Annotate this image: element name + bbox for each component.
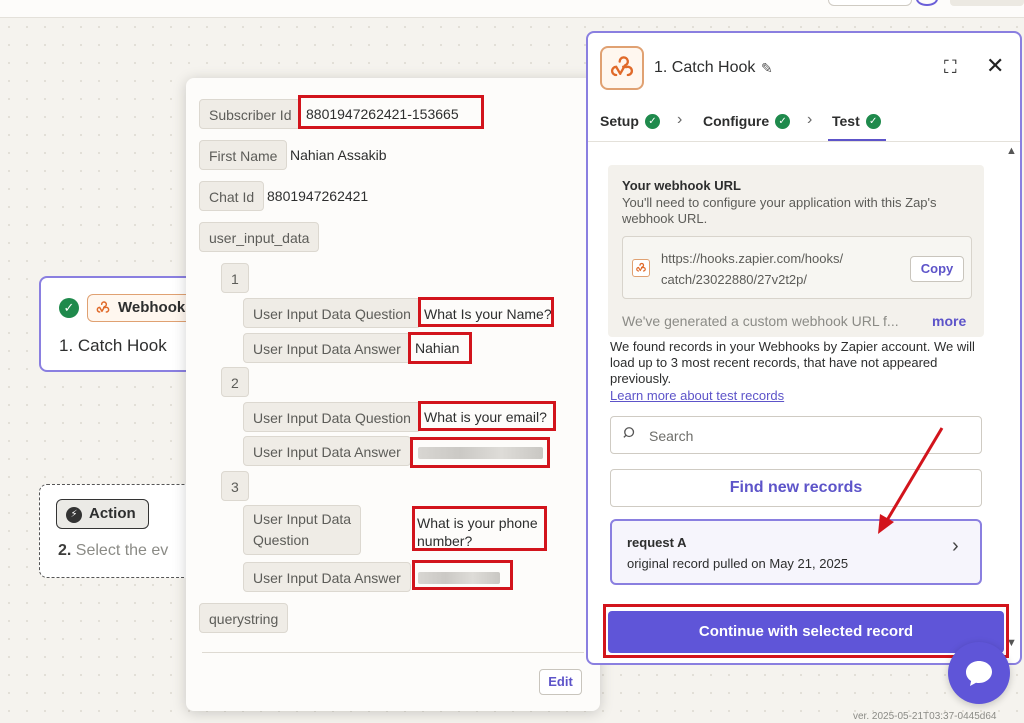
tabs-divider (588, 141, 1020, 142)
item-index-3: 3 (221, 471, 249, 501)
record-data-popover: Subscriber Id 8801947262421-153665 First… (186, 78, 600, 711)
field-label-subscriber-id: Subscriber Id (199, 99, 302, 129)
found-records-text: We found records in your Webhooks by Zap… (610, 339, 975, 386)
webhook-icon (632, 259, 650, 277)
search-icon (623, 427, 635, 438)
chat-icon (966, 661, 992, 686)
field-label-answer-1: User Input Data Answer (243, 333, 411, 363)
more-link[interactable]: more (932, 313, 966, 329)
expand-icon[interactable]: ⛶ (944, 57, 957, 78)
field-label-question-3-line2: Question (253, 532, 310, 548)
trigger-node[interactable]: ✓ Webhooks 1. Catch Hook (39, 276, 217, 372)
webhook-url-card: Your webhook URL You'll need to configur… (608, 165, 984, 337)
item-index-2: 2 (221, 367, 249, 397)
tab-setup[interactable]: Setup ✓ (600, 113, 660, 129)
close-icon[interactable]: ✕ (986, 53, 1004, 79)
webhook-heading: Your webhook URL (622, 178, 741, 193)
webhook-icon (96, 301, 110, 313)
check-icon: ✓ (775, 113, 791, 129)
action-icon: ⚡ (66, 507, 82, 523)
field-label-first-name: First Name (199, 140, 288, 170)
field-label-answer-2: User Input Data Answer (243, 436, 411, 466)
copy-button[interactable]: Copy (910, 256, 964, 282)
field-label-question-1: User Input Data Question (243, 298, 421, 328)
toolbar-button[interactable] (828, 0, 912, 6)
action-node[interactable]: ⚡ Action 2. Select the ev (39, 484, 209, 578)
field-value-first-name: Nahian Assakib (290, 147, 387, 163)
chevron-right-icon: › (807, 111, 813, 128)
field-value-chat-id: 8801947262421 (267, 188, 369, 204)
highlight-box (412, 506, 547, 551)
highlight-box (418, 297, 554, 327)
tab-test[interactable]: Test ✓ (832, 113, 881, 129)
tab-configure[interactable]: Configure ✓ (703, 113, 791, 129)
chevron-right-icon: › (677, 111, 683, 128)
action-chip-label: Action (89, 505, 136, 522)
field-label-question-3-line1: User Input Data (253, 511, 352, 527)
learn-more-link[interactable]: Learn more about test records (610, 388, 784, 403)
record-subtitle: original record pulled on May 21, 2025 (627, 556, 849, 571)
scrollbar[interactable] (1009, 161, 1014, 631)
version-text: ver. 2025-05-21T03:37-0445d64 (853, 711, 997, 722)
action-step-text: Select the ev (75, 542, 169, 559)
generated-text: We've generated a custom webhook URL f..… (622, 313, 899, 329)
scroll-up-icon[interactable]: ▲ (1006, 145, 1017, 157)
webhook-url-line2: catch/23022880/27v2t2p/ (661, 272, 808, 287)
webhook-url: https://hooks.zapier.com/hooks/ catch/23… (661, 248, 886, 290)
webhook-description: You'll need to configure your applicatio… (622, 195, 937, 226)
chevron-right-icon: › (952, 535, 959, 557)
popover-divider (202, 652, 584, 653)
action-step-number: 2. (58, 542, 72, 559)
field-label-user-input-data: user_input_data (199, 222, 320, 252)
trigger-node-title: 1. Catch Hook (59, 336, 167, 355)
field-label-chat-id: Chat Id (199, 181, 265, 211)
edit-button[interactable]: Edit (539, 669, 582, 695)
field-label-querystring: querystring (199, 603, 289, 633)
top-toolbar (0, 0, 1024, 18)
check-icon: ✓ (865, 113, 881, 129)
tab-configure-label: Configure (703, 113, 770, 129)
pencil-icon[interactable]: ✎ (761, 60, 773, 77)
action-node-subtitle: 2. Select the ev (58, 542, 168, 560)
tab-setup-label: Setup (600, 113, 639, 129)
publish-button[interactable] (950, 0, 1024, 6)
field-label-question-2: User Input Data Question (243, 402, 421, 432)
field-label-question-3: User Input Data Question (243, 505, 362, 555)
webhook-url-line1: https://hooks.zapier.com/hooks/ (661, 251, 844, 266)
webhook-icon (600, 46, 644, 90)
continue-button[interactable]: Continue with selected record (608, 611, 1004, 653)
help-icon[interactable] (916, 0, 938, 6)
action-chip: ⚡ Action (56, 499, 149, 529)
panel-title: 1. Catch Hook (654, 59, 756, 76)
highlight-box (408, 332, 472, 364)
check-icon: ✓ (59, 298, 79, 318)
field-label-answer-3: User Input Data Answer (243, 562, 411, 592)
highlight-box (412, 560, 513, 590)
search-placeholder: Search (649, 428, 694, 444)
highlight-box (418, 401, 556, 431)
webhook-url-box: https://hooks.zapier.com/hooks/ catch/23… (622, 236, 972, 299)
item-index-1: 1 (221, 263, 249, 293)
step-panel: 1. Catch Hook ✎ ⛶ ✕ Setup ✓ › Configure … (586, 31, 1022, 665)
annotation-arrow (878, 427, 944, 534)
record-title: request A (627, 535, 687, 550)
highlight-box (298, 95, 484, 129)
check-icon: ✓ (644, 113, 660, 129)
app-chip-label: Webhooks (118, 299, 194, 316)
highlight-box (410, 437, 550, 468)
chat-support-button[interactable] (948, 642, 1010, 704)
tab-test-label: Test (832, 113, 860, 129)
